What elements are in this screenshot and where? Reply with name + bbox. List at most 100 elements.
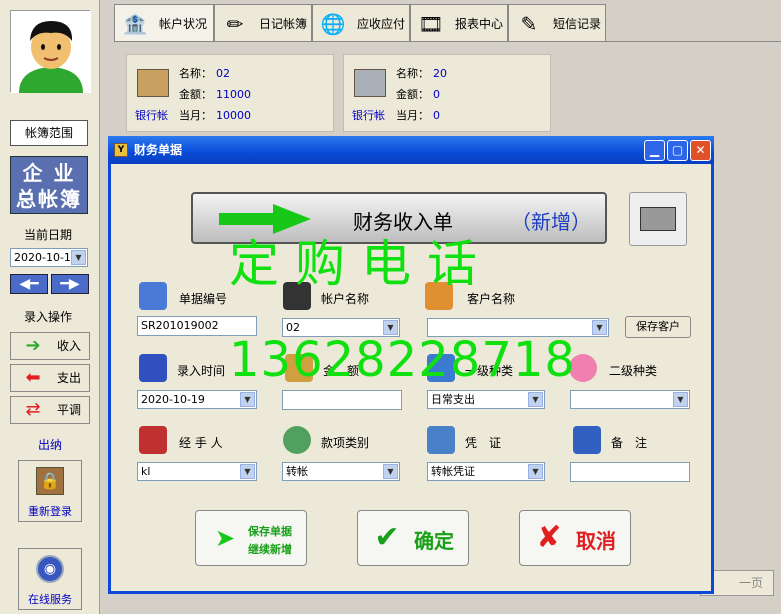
cross-icon: ✘ <box>536 520 562 555</box>
print-button[interactable] <box>629 192 687 246</box>
ledger-range-label: 帐簿范围 <box>24 126 73 140</box>
account-amount: 11000 <box>216 88 251 101</box>
tab-label: 短信记录 <box>553 17 602 31</box>
entry-time-value: 2020-10-19 <box>141 393 205 406</box>
tab-divider <box>114 41 781 42</box>
headset-icon: ◉ <box>36 555 64 583</box>
account-month: 0 <box>433 109 440 122</box>
save-customer-button[interactable]: 保存客户 <box>625 316 691 338</box>
tab-report-center[interactable]: 🎞 报表中心 <box>410 4 508 42</box>
chevron-down-icon[interactable]: ▼ <box>240 392 255 407</box>
amount-field[interactable] <box>282 390 402 410</box>
transfer-button[interactable]: ⇄ 平调 <box>10 396 90 424</box>
arrow-right-icon: ➔ <box>25 335 41 356</box>
entry-time-select[interactable]: 2020-10-19 ▼ <box>137 390 257 409</box>
note-label: 备 注 <box>611 436 648 450</box>
tab-sms-records[interactable]: ✎ 短信记录 <box>508 4 606 42</box>
bank-building-icon <box>137 69 169 97</box>
online-service-label: 在线服务 <box>28 593 72 606</box>
dialog-title: 财务单据 <box>134 143 183 157</box>
user-avatar-icon <box>11 11 91 93</box>
current-date-select[interactable]: 2020-10-19 ▼ <box>10 248 88 267</box>
account-month-key: 当月： <box>179 109 212 122</box>
category2-select[interactable]: ▼ <box>570 390 690 409</box>
current-date-value: 2020-10-19 <box>14 251 78 264</box>
chevron-down-icon[interactable]: ▼ <box>383 464 398 479</box>
cancel-button[interactable]: ✘ 取消 <box>519 510 631 566</box>
ledger-logo-line1: 企 业 <box>22 161 76 185</box>
lock-icon: 🔒 <box>36 467 64 495</box>
date-nav: ◀━ ━▶ <box>10 274 90 294</box>
minimize-button[interactable]: ▁ <box>644 140 665 161</box>
swap-arrows-icon: ⇄ <box>25 399 41 420</box>
voucher-label: 凭 证 <box>465 436 502 450</box>
chevron-down-icon[interactable]: ▼ <box>71 250 86 265</box>
banner-status: （新增） <box>511 210 591 234</box>
handler-select[interactable]: kl ▼ <box>137 462 257 481</box>
save-customer-label: 保存客户 <box>636 320 680 333</box>
chevron-down-icon[interactable]: ▼ <box>592 320 607 335</box>
close-icon: ✕ <box>695 143 706 157</box>
item-type-select[interactable]: 转帐 ▼ <box>282 462 400 481</box>
next-date-button[interactable]: ━▶ <box>51 274 89 294</box>
ok-button[interactable]: ✔ 确定 <box>357 510 469 566</box>
income-label: 收入 <box>57 339 82 353</box>
close-button[interactable]: ✕ <box>690 140 711 161</box>
dialog-titlebar[interactable]: Y 财务单据 ▁ ▢ ✕ <box>108 136 714 164</box>
account-month: 10000 <box>216 109 251 122</box>
app-icon: Y <box>114 143 128 157</box>
notebook-pen-icon: ✏ <box>226 12 244 36</box>
save-continue-line2: 继续新增 <box>248 543 292 556</box>
maximize-button[interactable]: ▢ <box>667 140 688 161</box>
tab-receivables-payables[interactable]: 🌐 应收应付 <box>312 4 410 42</box>
ledger-logo: 企 业 总帐簿 <box>10 156 88 214</box>
income-button[interactable]: ➔ 收入 <box>10 332 90 360</box>
account-type: 银行帐 <box>352 109 385 122</box>
notes-icon <box>573 426 601 454</box>
account-card[interactable]: 名称： 02 金额： 11000 银行帐 当月： 10000 <box>126 54 334 132</box>
tab-label: 报表中心 <box>455 17 504 31</box>
online-service-button[interactable]: ◉ 在线服务 <box>18 548 82 610</box>
film-reel-icon: 🎞 <box>418 12 444 36</box>
tab-account-status[interactable]: 🏦 帐户状况 <box>114 4 214 42</box>
chevron-down-icon[interactable]: ▼ <box>673 392 688 407</box>
expense-button[interactable]: ⬅ 支出 <box>10 364 90 392</box>
minimize-icon: ▁ <box>649 143 660 157</box>
category1-select[interactable]: 日常支出 ▼ <box>427 390 545 409</box>
finance-voucher-dialog: Y 财务单据 ▁ ▢ ✕ 财务收入单 （新增） 定购电话 13628228718… <box>108 136 714 594</box>
handler-value: kl <box>141 465 151 478</box>
relogin-button[interactable]: 🔒 重新登录 <box>18 460 82 522</box>
account-name-key: 名称： <box>396 67 429 80</box>
pencil-icon: ✎ <box>520 12 538 36</box>
account-amount: 0 <box>433 88 440 101</box>
transfer-label: 平调 <box>57 403 82 417</box>
ledger-range-button[interactable]: 帐簿范围 <box>10 120 88 146</box>
folder-icon <box>427 426 455 454</box>
note-field[interactable] <box>570 462 690 482</box>
tab-journal[interactable]: ✏ 日记帐簿 <box>214 4 312 42</box>
checkmark-icon: ✔ <box>374 520 400 555</box>
next-page-label: 一页 <box>738 576 763 590</box>
account-name: 02 <box>216 67 230 80</box>
left-sidebar: 帐簿范围 企 业 总帐簿 当前日期 2020-10-19 ▼ ◀━ ━▶ 录入操… <box>0 0 100 614</box>
piggy-bank-icon: 🏦 <box>122 12 148 36</box>
doc-no-value: SR201019002 <box>141 319 219 332</box>
account-amount-key: 金额： <box>179 88 212 101</box>
account-amount-key: 金额： <box>396 88 429 101</box>
watermark-order-phone: 定购电话 <box>229 235 493 293</box>
account-name: 20 <box>433 67 447 80</box>
entry-time-label: 录入时间 <box>177 364 226 378</box>
main-tabs: 🏦 帐户状况 ✏ 日记帐簿 🌐 应收应付 🎞 报表中心 ✎ 短信记录 <box>114 4 781 42</box>
chevron-down-icon[interactable]: ▼ <box>240 464 255 479</box>
watermark-phone-number: 13628228718 <box>229 332 576 388</box>
prev-date-button[interactable]: ◀━ <box>10 274 48 294</box>
chevron-down-icon[interactable]: ▼ <box>528 464 543 479</box>
item-type-label: 款项类别 <box>321 436 370 450</box>
account-name-key: 名称： <box>179 67 212 80</box>
voucher-select[interactable]: 转帐凭证 ▼ <box>427 462 545 481</box>
account-card[interactable]: 名称： 20 金额： 0 银行帐 当月： 0 <box>343 54 551 132</box>
save-continue-button[interactable]: ➤ 保存单据 继续新增 <box>195 510 307 566</box>
chevron-down-icon[interactable]: ▼ <box>528 392 543 407</box>
arrow-left-icon: ◀━ <box>19 276 39 292</box>
cashier-label: 出纳 <box>38 438 63 452</box>
